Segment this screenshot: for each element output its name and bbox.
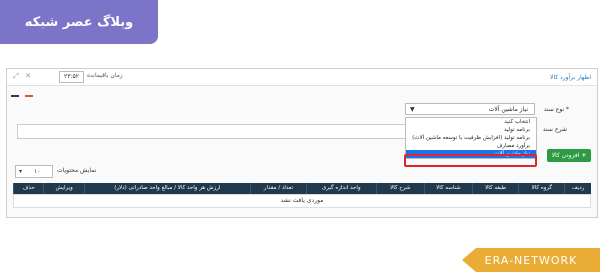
column-header[interactable]: واحد اندازه گیری <box>305 183 376 194</box>
doc-type-dropdown: انتخاب کنید برنامه تولید برنامه تولید (ا… <box>405 117 537 159</box>
column-header[interactable]: گروه کالا <box>518 183 564 194</box>
page-size-value: ۱۰ <box>34 168 41 175</box>
top-bar: ⤢ ✕ ۲۳:۵۲ زمان باقیمانده اظهار برآورد کا… <box>7 69 597 97</box>
status-marks <box>11 82 39 101</box>
table-header: ردیف گروه کالا طبقه کالا شناسه کالا شرح … <box>13 183 591 194</box>
dropdown-option[interactable]: برآورد مصارف <box>406 142 536 150</box>
brand-title: وبلاگ عصر شبکه <box>24 14 134 30</box>
column-header[interactable]: ردیف <box>564 183 591 194</box>
timer-label: زمان باقیمانده <box>87 72 123 79</box>
column-header[interactable]: حذف <box>13 183 43 194</box>
add-item-label: افزودن کالا <box>551 152 580 159</box>
page-title: اظهار برآورد کالا <box>550 74 591 81</box>
timer-value: ۲۳:۵۲ <box>59 71 84 83</box>
brand-badge: وبلاگ عصر شبکه <box>0 0 158 44</box>
empty-message: موردی یافت نشد <box>13 194 591 208</box>
column-header[interactable]: طبقه کالا <box>472 183 518 194</box>
doc-type-value: نیاز ماشین آلات <box>488 106 528 113</box>
chevron-down-icon: ▼ <box>410 106 415 113</box>
doc-type-label: * نوع سند <box>543 106 569 113</box>
close-icon[interactable]: ✕ <box>23 72 33 80</box>
expand-icon[interactable]: ⤢ <box>11 72 21 81</box>
dropdown-option[interactable]: برنامه تولید <box>406 126 536 134</box>
column-header[interactable]: ارزش هر واحد کالا / مبالغ واحد صادراتی (… <box>83 183 250 194</box>
mark-blue <box>11 95 19 97</box>
plus-icon: + <box>581 152 587 159</box>
dropdown-option[interactable]: انتخاب کنید <box>406 118 536 126</box>
column-header[interactable]: تعداد / مقدار <box>249 183 306 194</box>
doc-type-select[interactable]: نیاز ماشین آلات ▼ <box>405 103 535 115</box>
highlight-frame <box>404 154 537 167</box>
app-window: ⤢ ✕ ۲۳:۵۲ زمان باقیمانده اظهار برآورد کا… <box>6 68 598 218</box>
page-size-select[interactable]: ▾ ۱۰ <box>15 165 53 178</box>
column-header[interactable]: ویرایش <box>43 183 83 194</box>
add-item-button[interactable]: + افزودن کالا <box>547 149 591 162</box>
column-header[interactable]: شرح کالا <box>375 183 424 194</box>
watermark-badge: ERA-NETWORK <box>462 248 600 272</box>
watermark-text: ERA-NETWORK <box>484 253 578 267</box>
mark-red <box>25 95 33 97</box>
chevron-down-icon: ▾ <box>19 168 23 175</box>
page-size-label: نمایش محتویات <box>57 167 97 174</box>
description-label: شرح سند <box>542 126 567 133</box>
dropdown-option[interactable]: برنامه تولید (افزایش ظرفیت یا توسعه ماشی… <box>406 134 536 142</box>
column-header[interactable]: شناسه کالا <box>423 183 472 194</box>
window-controls: ⤢ ✕ <box>11 72 33 81</box>
